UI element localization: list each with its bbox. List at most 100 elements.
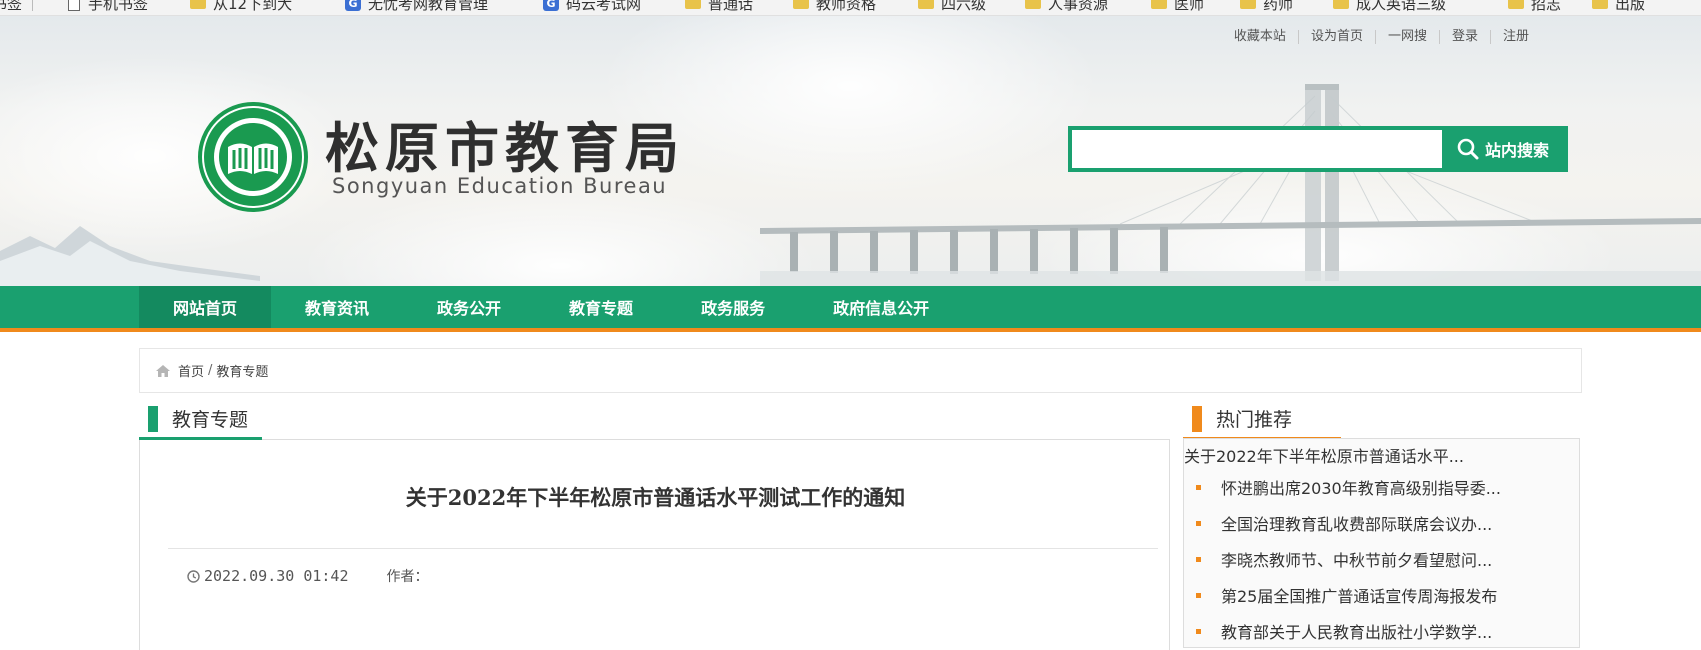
bookmark-item[interactable]: 书签 [0, 0, 34, 14]
nav-item-government-info[interactable]: 政府信息公开 [799, 286, 963, 328]
nav-item-home[interactable]: 网站首页 [139, 286, 272, 328]
bookmark-label: 普通话 [708, 0, 754, 13]
bookmark-item[interactable]: G 无忧考网教育管理 [345, 0, 488, 14]
login-link[interactable]: 登录 [1438, 30, 1490, 44]
nav-item-government-affairs[interactable]: 政务公开 [403, 286, 535, 328]
sidebar-header: 热门推荐 [1183, 400, 1580, 440]
nav-item-education-topics[interactable]: 教育专题 [535, 286, 667, 328]
folder-icon [1240, 0, 1256, 9]
breadcrumb-separator: / [208, 363, 213, 378]
breadcrumb: 首页 / 教育专题 [139, 348, 1582, 393]
bookmark-item[interactable]: 招志 [1508, 0, 1561, 14]
folder-icon [685, 0, 701, 9]
bullet-icon [1196, 556, 1201, 562]
bullet-icon [1196, 484, 1201, 490]
bookmark-label: 四六级 [941, 0, 987, 13]
bookmark-item[interactable]: 医师 [1151, 0, 1204, 14]
bookmark-label: 从12下到大 [213, 0, 293, 13]
bullet-icon [1196, 520, 1201, 526]
mountain-decoration [0, 226, 260, 286]
set-homepage-link[interactable]: 设为首页 [1297, 30, 1375, 44]
breadcrumb-current-link[interactable]: 教育专题 [216, 361, 268, 380]
bookmark-item[interactable]: 教师资格 [793, 0, 876, 14]
nav-item-education-news[interactable]: 教育资讯 [271, 286, 403, 328]
bureau-seal-logo[interactable] [198, 102, 308, 212]
search-icon [1457, 138, 1479, 160]
folder-icon [1025, 0, 1041, 9]
hot-item-text: 李晓杰教师节、中秋节前夕看望慰问... [1221, 551, 1493, 570]
section-title: 教育专题 [139, 400, 263, 440]
search-button-label: 站内搜索 [1484, 141, 1549, 160]
bookmark-item[interactable]: 手机书签 [68, 0, 148, 14]
bookmark-label: 成人英语三级 [1356, 0, 1447, 13]
g-site-icon: G [345, 0, 361, 11]
header-banner: 收藏本站 设为首页 一网搜 登录 注册 松原市教育局 Songyuan Educ… [0, 16, 1701, 286]
search-button[interactable]: 站内搜索 [1442, 130, 1564, 168]
bullet-icon [1196, 628, 1201, 634]
bookmark-item[interactable]: G 码云考试网 [543, 0, 641, 14]
folder-icon [1592, 0, 1608, 9]
home-icon [156, 364, 170, 377]
browser-bookmarks-bar: 书签 手机书签 从12下到大 G 无忧考网教育管理 G 码云考试网 普通话 教师… [0, 0, 1701, 16]
hot-item-text: 全国治理教育乱收费部际联席会议办... [1221, 515, 1493, 534]
nav-item-government-services[interactable]: 政务服务 [667, 286, 799, 328]
cloud-decoration [300, 186, 820, 286]
main-section-header: 教育专题 [139, 400, 1170, 440]
top-links: 收藏本站 设为首页 一网搜 登录 注册 [1222, 30, 1541, 44]
search-input[interactable] [1072, 130, 1442, 168]
sidebar-title: 热门推荐 [1183, 400, 1341, 440]
hot-recommendations-panel: 关于2022年下半年松原市普通话水平... 怀进鹏出席2030年教育高级别指导委… [1183, 438, 1580, 648]
folder-icon [1508, 0, 1524, 9]
list-item[interactable]: 李晓杰教师节、中秋节前夕看望慰问... [1196, 541, 1501, 577]
sidebar-title-text: 热门推荐 [1216, 409, 1293, 431]
divider [32, 0, 34, 11]
bookmark-item[interactable]: 从12下到大 [190, 0, 292, 14]
bookmark-item[interactable]: 人事资源 [1025, 0, 1108, 14]
bullet-icon [1196, 592, 1201, 598]
list-item[interactable]: 教育部关于人民教育出版社小学数学... [1196, 613, 1501, 649]
folder-icon [918, 0, 934, 9]
hot-item-text: 怀进鹏出席2030年教育高级别指导委... [1221, 479, 1501, 498]
one-search-link[interactable]: 一网搜 [1374, 30, 1439, 44]
bookmark-label: 药师 [1263, 0, 1294, 13]
bookmark-label: 医师 [1174, 0, 1205, 13]
bookmark-item[interactable]: 出版 [1592, 0, 1645, 14]
article-date: 2022.09.30 01:42 [204, 567, 349, 585]
sidebar-marker [1192, 405, 1202, 432]
hot-item-text: 教育部关于人民教育出版社小学数学... [1221, 623, 1493, 642]
list-item[interactable]: 全国治理教育乱收费部际联席会议办... [1196, 505, 1501, 541]
bookmark-site-link[interactable]: 收藏本站 [1222, 30, 1298, 44]
folder-icon [793, 0, 809, 9]
bridge-illustration [760, 84, 1701, 286]
bookmark-item[interactable]: 成人英语三级 [1333, 0, 1446, 14]
hot-item-link[interactable]: 关于2022年下半年松原市普通话水平... [1184, 443, 1464, 467]
bookmark-label: 码云考试网 [566, 0, 642, 13]
article-meta: 2022.09.30 01:42 作者： [187, 566, 429, 586]
article-panel: 关于2022年下半年松原市普通话水平测试工作的通知 2022.09.30 01:… [139, 440, 1170, 650]
bookmark-item[interactable]: 普通话 [685, 0, 753, 14]
site-title: 松原市教育局 [325, 116, 685, 180]
list-item[interactable]: 第25届全国推广普通话宣传周海报发布 [1196, 577, 1501, 613]
bookmark-label: 人事资源 [1048, 0, 1109, 13]
page-icon [68, 0, 80, 11]
register-link[interactable]: 注册 [1489, 30, 1541, 44]
hot-item-text: 第25届全国推广普通话宣传周海报发布 [1221, 587, 1498, 606]
breadcrumb-home-link[interactable]: 首页 [178, 361, 204, 380]
folder-icon [1151, 0, 1167, 9]
list-item[interactable]: 怀进鹏出席2030年教育高级别指导委... [1196, 469, 1501, 505]
bookmark-label: 手机书签 [88, 0, 149, 13]
article-title: 关于2022年下半年松原市普通话水平测试工作的通知 [405, 485, 906, 510]
bookmark-item[interactable]: 药师 [1240, 0, 1293, 14]
clock-icon [187, 569, 200, 583]
site-search: 站内搜索 [1068, 126, 1568, 172]
bookmark-label: 招志 [1531, 0, 1562, 13]
divider [168, 548, 1158, 549]
g-site-icon: G [543, 0, 559, 11]
folder-icon [1333, 0, 1349, 9]
folder-icon [190, 0, 206, 9]
main-nav: 网站首页 教育资讯 政务公开 教育专题 政务服务 政府信息公开 [0, 286, 1701, 332]
bookmark-label: 书签 [0, 0, 23, 13]
bookmark-item[interactable]: 四六级 [918, 0, 986, 14]
bookmark-label: 出版 [1615, 0, 1646, 13]
article-author-label: 作者： [386, 569, 429, 585]
